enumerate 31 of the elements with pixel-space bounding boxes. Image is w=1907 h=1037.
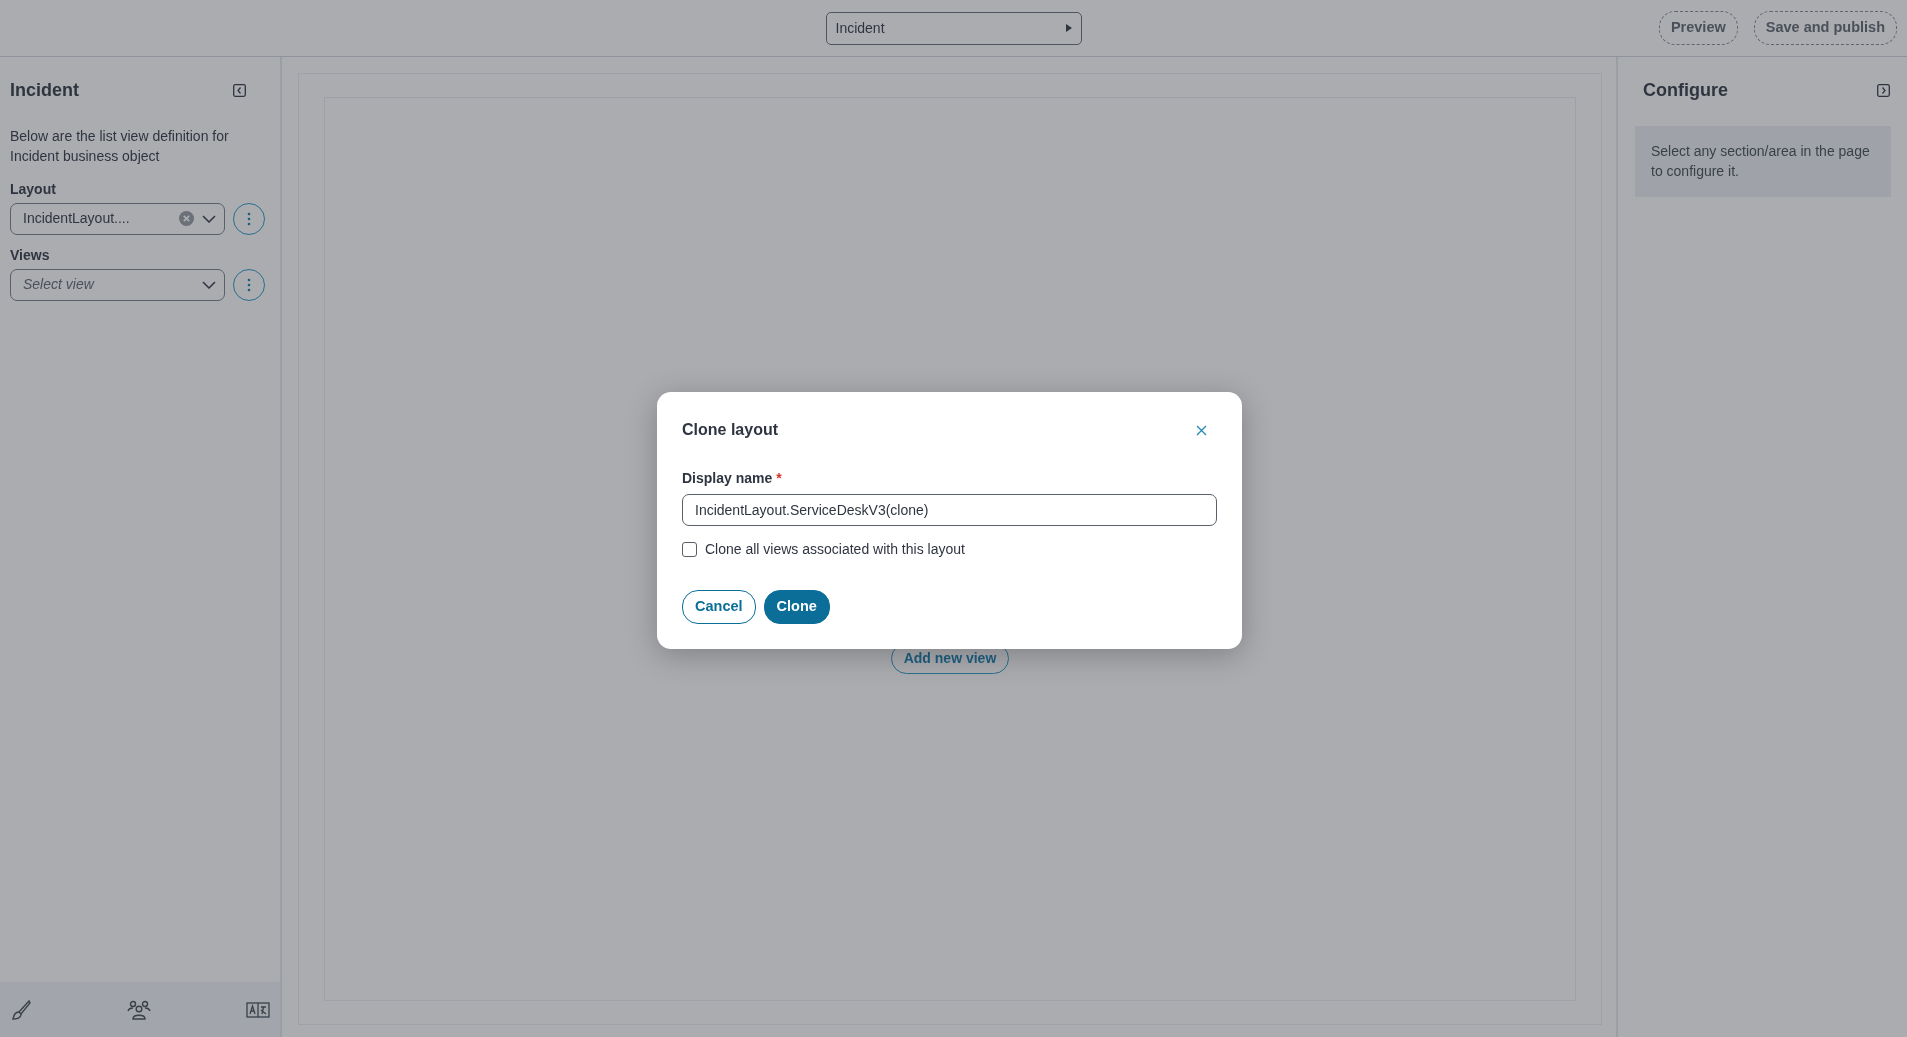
save-publish-button[interactable]: Save and publish [1753, 11, 1897, 45]
object-selector[interactable]: Incident [825, 11, 1082, 45]
clone-button[interactable]: Clone [763, 590, 830, 624]
select-field[interactable]: Select view [10, 268, 225, 301]
brush-icon[interactable] [10, 998, 32, 1021]
checkbox[interactable] [682, 542, 697, 557]
field-label: Layout [10, 179, 57, 199]
kebab-icon [247, 277, 251, 292]
cancel-button[interactable]: Cancel [682, 590, 756, 624]
kebab-icon [247, 211, 251, 226]
close-icon[interactable] [1196, 424, 1207, 436]
expand-icon[interactable] [1877, 84, 1890, 97]
chevron-down-icon [202, 214, 216, 223]
display-name-input[interactable]: IncidentLayout.ServiceDeskV3(clone) [682, 494, 1217, 526]
panel-description: Below are the list view definition for Incident business object [10, 127, 230, 167]
hint-text: Select any section/area in the page to configure it. [1635, 126, 1891, 197]
panel-title: Configure [1643, 79, 1728, 102]
collapse-icon[interactable] [233, 84, 246, 97]
preview-button[interactable]: Preview [1658, 11, 1738, 45]
select-placeholder: Select view [23, 275, 96, 295]
field-label: Display name * [682, 469, 783, 488]
translate-icon[interactable] [246, 1001, 270, 1018]
checkbox-label: Clone all views associated with this layout [705, 540, 965, 559]
select-field[interactable]: IncidentLayout.... [10, 202, 225, 235]
chevron-down-icon [202, 280, 216, 289]
dialog-title: Clone layout [682, 420, 778, 440]
caret-icon [1065, 24, 1072, 32]
users-icon[interactable] [126, 999, 152, 1020]
panel-title: Incident [10, 79, 79, 102]
field-label: Views [10, 245, 51, 265]
select-value: IncidentLayout.... [23, 209, 131, 229]
